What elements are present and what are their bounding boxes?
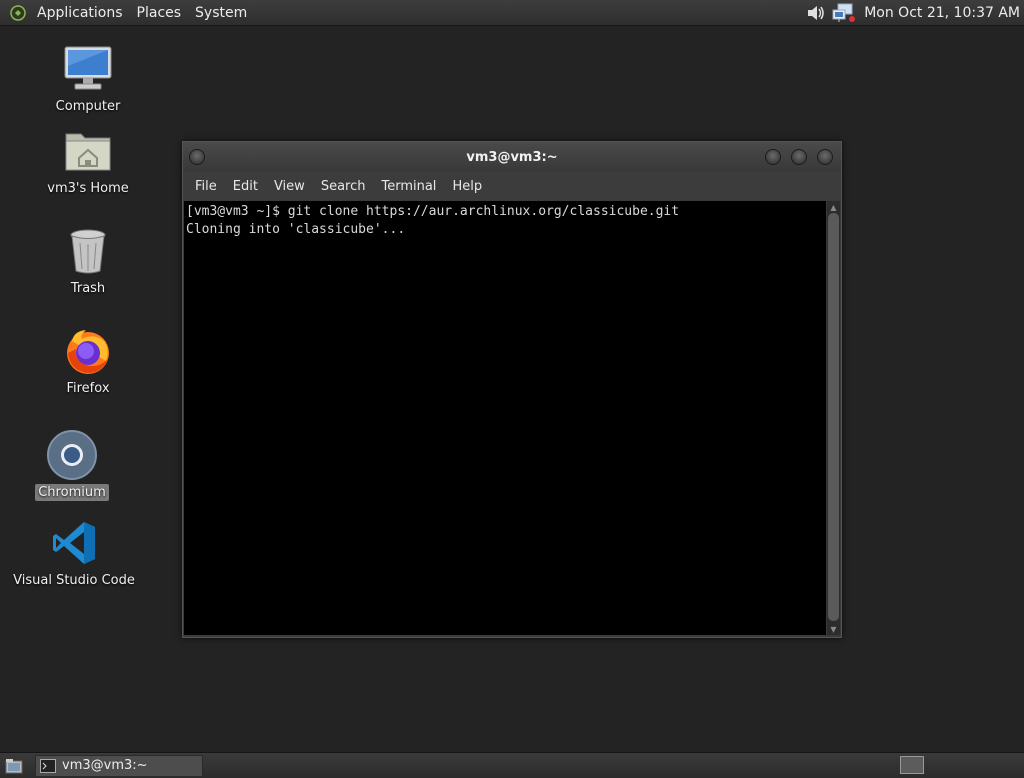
menu-file[interactable]: File — [187, 179, 225, 194]
menu-search[interactable]: Search — [313, 179, 374, 194]
menu-places[interactable]: Places — [130, 5, 189, 21]
trash-icon — [63, 226, 113, 276]
chromium-icon — [47, 430, 97, 480]
scroll-down-icon[interactable]: ▼ — [827, 623, 840, 635]
network-icon[interactable] — [832, 2, 856, 24]
terminal-output[interactable]: [vm3@vm3 ~]$ git clone https://aur.archl… — [184, 201, 826, 635]
menu-help[interactable]: Help — [444, 179, 490, 194]
speaker-icon[interactable] — [804, 2, 828, 24]
mate-logo-icon[interactable] — [10, 4, 26, 21]
terminal-menubar: File Edit View Search Terminal Help — [183, 172, 841, 200]
desktop-icon-label: Firefox — [66, 381, 110, 396]
minimize-button[interactable] — [765, 149, 781, 165]
scroll-up-icon[interactable]: ▲ — [827, 201, 840, 213]
maximize-button[interactable] — [791, 149, 807, 165]
menu-terminal[interactable]: Terminal — [373, 179, 444, 194]
terminal-line: [vm3@vm3 ~]$ git clone https://aur.archl… — [186, 204, 680, 219]
top-panel: Applications Places System Mon Oct 21, 1… — [0, 0, 1024, 26]
desktop-icon-label: Visual Studio Code — [13, 573, 135, 588]
desktop-icon-chromium[interactable]: Chromium — [12, 430, 132, 501]
vscode-icon — [49, 518, 99, 568]
show-desktop-icon[interactable] — [3, 756, 25, 776]
desktop-icon-vscode[interactable]: Visual Studio Code — [13, 518, 135, 589]
close-button[interactable] — [817, 149, 833, 165]
clock[interactable]: Mon Oct 21, 10:37 AM — [864, 5, 1020, 21]
bottom-panel: vm3@vm3:~ — [0, 752, 1024, 778]
terminal-icon — [40, 758, 56, 773]
desktop-icon-computer[interactable]: Computer — [28, 44, 148, 115]
terminal-window: vm3@vm3:~ File Edit View Search Terminal… — [182, 141, 842, 638]
desktop-icon-label: Trash — [70, 281, 106, 296]
menu-edit[interactable]: Edit — [225, 179, 266, 194]
scroll-thumb[interactable] — [828, 213, 839, 621]
window-title: vm3@vm3:~ — [466, 149, 558, 165]
desktop-icon-label: vm3's Home — [47, 181, 129, 196]
taskbar-button-terminal[interactable]: vm3@vm3:~ — [35, 754, 203, 777]
menu-system[interactable]: System — [188, 5, 254, 21]
menu-applications[interactable]: Applications — [30, 5, 130, 21]
terminal-scrollbar[interactable]: ▲ ▼ — [827, 201, 840, 635]
workspace-switcher[interactable] — [900, 756, 924, 774]
window-menu-button[interactable] — [189, 149, 205, 165]
desktop-icon-firefox[interactable]: Firefox — [28, 326, 148, 397]
window-titlebar[interactable]: vm3@vm3:~ — [183, 142, 841, 172]
system-tray: Mon Oct 21, 10:37 AM — [804, 0, 1024, 25]
desktop-icon-home[interactable]: vm3's Home — [28, 126, 148, 197]
taskbar-button-label: vm3@vm3:~ — [62, 758, 148, 773]
desktop-icon-trash[interactable]: Trash — [28, 226, 148, 297]
firefox-icon — [63, 326, 113, 376]
desktop-icon-label: Computer — [55, 99, 121, 114]
computer-icon — [63, 44, 113, 94]
main-menu: Applications Places System — [0, 0, 254, 25]
menu-view[interactable]: View — [266, 179, 313, 194]
home-folder-icon — [63, 126, 113, 176]
desktop-icon-label: Chromium — [35, 484, 109, 501]
terminal-line: Cloning into 'classicube'... — [186, 222, 406, 237]
